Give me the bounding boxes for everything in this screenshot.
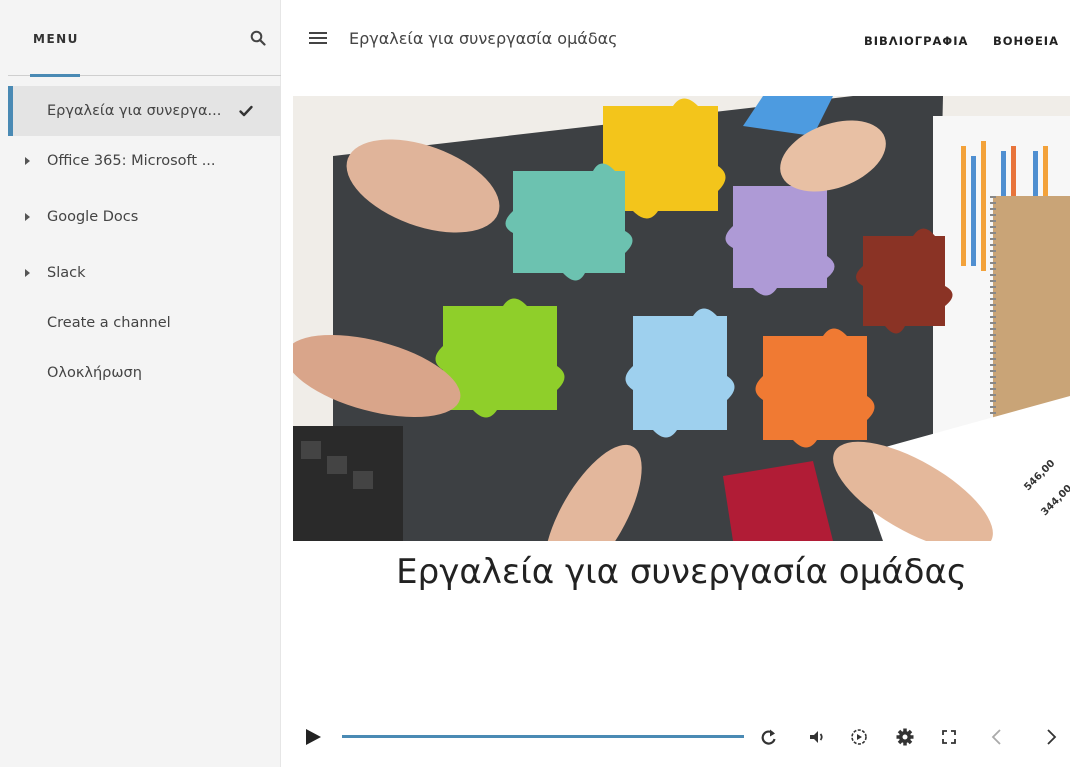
sidebar-item-team-tools[interactable]: Εργαλεία για συνεργα... — [8, 86, 281, 136]
settings-button[interactable] — [894, 726, 916, 748]
sidebar-item-google-docs[interactable]: Google Docs — [8, 192, 281, 242]
sidebar-item-label: Εργαλεία για συνεργα... — [47, 103, 222, 119]
sidebar-item-label: Slack — [47, 265, 86, 281]
volume-button[interactable] — [806, 726, 828, 748]
previous-icon — [991, 729, 1001, 745]
menu-tab-underline — [30, 74, 80, 77]
sidebar-item-completion[interactable]: Ολοκλήρωση — [8, 348, 281, 398]
bibliography-link[interactable]: ΒΙΒΛΙΟΓΡΑΦΙΑ — [864, 34, 968, 48]
volume-icon — [810, 731, 823, 743]
sidebar-nav: Εργαλεία για συνεργα... Office 365: Micr… — [8, 86, 281, 398]
fullscreen-icon — [942, 730, 956, 744]
sidebar-header: MENU — [8, 0, 281, 77]
caret-right-icon[interactable] — [25, 213, 30, 221]
search-button[interactable] — [248, 28, 268, 48]
play-icon — [306, 729, 321, 745]
hamburger-menu-icon[interactable] — [309, 32, 327, 46]
replay-button[interactable] — [758, 726, 780, 748]
check-icon — [239, 105, 253, 117]
sidebar-item-create-channel[interactable]: Create a channel — [8, 298, 281, 348]
sidebar: MENU Εργαλεία για συνεργα... Office 365:… — [0, 0, 281, 767]
next-button[interactable] — [1040, 726, 1062, 748]
previous-button[interactable] — [986, 726, 1008, 748]
slide-title: Εργαλεία για συνεργασία ομάδας — [396, 552, 967, 592]
sidebar-item-label: Ολοκλήρωση — [47, 365, 142, 381]
play-button[interactable] — [304, 728, 322, 746]
help-link[interactable]: ΒΟΗΘΕΙΑ — [993, 34, 1059, 48]
page-title: Εργαλεία για συνεργασία ομάδας — [349, 29, 618, 48]
sidebar-item-label: Create a channel — [47, 315, 171, 331]
search-icon — [250, 30, 266, 46]
sidebar-item-slack[interactable]: Slack — [8, 248, 281, 298]
progress-bar[interactable] — [342, 735, 744, 738]
fullscreen-button[interactable] — [938, 726, 960, 748]
playback-speed-icon — [851, 729, 867, 745]
menu-title: MENU — [33, 32, 79, 46]
puzzle-pieces-image: 546,00 344,00 — [293, 96, 1070, 541]
replay-icon — [761, 729, 776, 745]
next-icon — [1047, 729, 1057, 745]
sidebar-item-label: Office 365: Microsoft ... — [47, 153, 216, 169]
caret-right-icon[interactable] — [25, 269, 30, 277]
playback-speed-button[interactable] — [848, 726, 870, 748]
settings-icon — [896, 728, 914, 746]
sidebar-item-label: Google Docs — [47, 209, 139, 225]
slide-image: 546,00 344,00 — [293, 96, 1070, 541]
caret-right-icon[interactable] — [25, 157, 30, 165]
sidebar-item-office-365[interactable]: Office 365: Microsoft ... — [8, 136, 281, 186]
